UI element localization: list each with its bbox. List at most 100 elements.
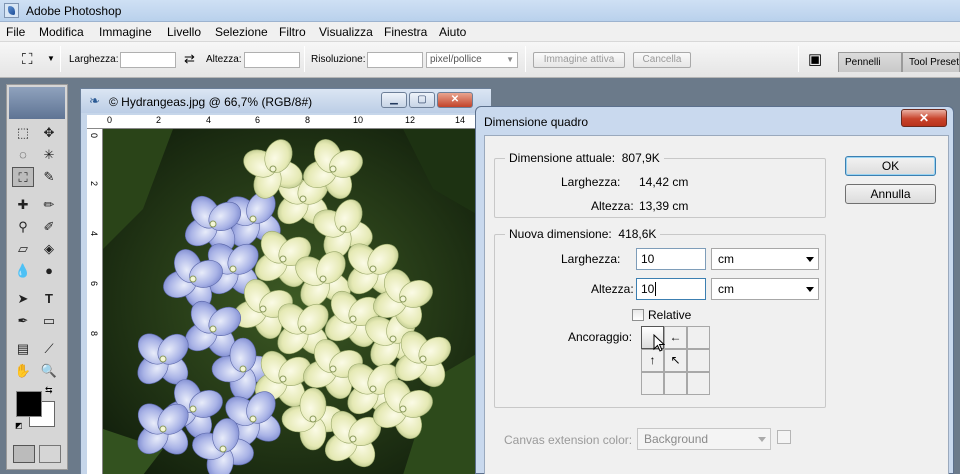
floret-center [299, 195, 307, 203]
new-height-label: Altezza: [591, 282, 634, 296]
pen-tool-icon[interactable]: ✒ [12, 311, 34, 331]
close-button[interactable]: ✕ [437, 92, 473, 108]
app-title-bar: Adobe Photoshop [0, 0, 960, 22]
anchor-cell-middle-left[interactable]: ↑ [641, 349, 664, 372]
menu-livello[interactable]: Livello [167, 25, 201, 39]
slice-tool-icon[interactable]: ✎ [38, 167, 60, 187]
healing-brush-tool-icon[interactable]: ✚ [12, 195, 34, 215]
dialog-body: Dimensione attuale: 807,9K Larghezza: 14… [484, 135, 949, 474]
palette-well-icon[interactable]: ▣ [808, 50, 822, 68]
menu-visualizza[interactable]: Visualizza [319, 25, 373, 39]
extension-color-select[interactable]: Background [637, 428, 771, 450]
ruler-tick-label: 2 [156, 115, 162, 125]
photoshop-logo-icon [4, 3, 19, 18]
new-height-unit-value: cm [718, 282, 734, 296]
anchor-cell-bottom-left[interactable] [641, 372, 664, 395]
new-height-input[interactable]: 10 [636, 278, 706, 300]
floret-center [159, 425, 167, 433]
history-brush-tool-icon[interactable]: ✐ [38, 217, 60, 237]
resolution-unit-select[interactable]: pixel/pollice ▼ [426, 52, 518, 68]
magic-wand-tool-icon[interactable]: ✳ [38, 145, 60, 165]
standard-mode-icon[interactable] [13, 445, 35, 463]
path-selection-tool-icon[interactable]: ➤ [12, 289, 34, 309]
floret-center [279, 375, 287, 383]
shape-tool-icon[interactable]: ▭ [38, 311, 60, 331]
width-input[interactable] [120, 52, 176, 68]
floret-center [339, 225, 347, 233]
swap-colors-icon[interactable]: ⇆ [45, 385, 53, 396]
hydrangea-image [103, 129, 485, 474]
tab-tool-presets[interactable]: Tool Presets [902, 52, 960, 72]
clone-stamp-tool-icon[interactable]: ⚲ [12, 217, 34, 237]
notes-tool-icon[interactable]: ▤ [12, 339, 34, 359]
crop-tool-preset-icon[interactable]: ⛶ [22, 51, 33, 68]
eyedropper-tool-icon[interactable]: ⟋ [38, 339, 60, 359]
height-input[interactable] [244, 52, 300, 68]
floret-center [239, 365, 247, 373]
ok-button[interactable]: OK [845, 156, 936, 176]
menu-aiuto[interactable]: Aiuto [439, 25, 466, 39]
new-height-unit-select[interactable]: cm [711, 278, 819, 300]
new-width-input[interactable]: 10 [636, 248, 706, 270]
floret-center [159, 355, 167, 363]
menu-file[interactable]: File [6, 25, 25, 39]
lasso-tool-icon[interactable]: ◌ [12, 145, 34, 165]
menu-modifica[interactable]: Modifica [39, 25, 84, 39]
anchor-cell-top-center[interactable]: ← [664, 326, 687, 349]
brush-tool-icon[interactable]: ✏ [38, 195, 60, 215]
hydrangea-photo[interactable] [103, 129, 485, 474]
height-label: Altezza: [206, 54, 242, 65]
type-tool-icon[interactable]: T [38, 289, 60, 309]
foreground-color-swatch[interactable] [16, 391, 42, 417]
anchor-cell-top-right[interactable] [687, 326, 710, 349]
document-title: © Hydrangeas.jpg @ 66,7% (RGB/8#) [109, 95, 313, 109]
anchor-cell-middle-right[interactable] [687, 349, 710, 372]
paint-bucket-tool-icon[interactable]: ◈ [38, 239, 60, 259]
eraser-tool-icon[interactable]: ▱ [12, 239, 34, 259]
marquee-tool-icon[interactable]: ⬚ [12, 123, 34, 143]
current-size-group: Dimensione attuale: 807,9K Larghezza: 14… [494, 151, 826, 218]
quick-mask-mode-icon[interactable] [39, 445, 61, 463]
cancel-button[interactable]: Annulla [845, 184, 936, 204]
anchor-cell-bottom-center[interactable] [664, 372, 687, 395]
hand-tool-icon[interactable]: ✋ [12, 361, 34, 381]
floret-center [389, 335, 397, 343]
tab-brushes[interactable]: Pennelli [838, 52, 902, 72]
menu-immagine[interactable]: Immagine [99, 25, 152, 39]
move-tool-icon[interactable]: ✥ [38, 123, 60, 143]
resolution-input[interactable] [367, 52, 423, 68]
current-size-title: Dimensione attuale: 807,9K [505, 151, 664, 165]
current-height-label: Altezza: [591, 199, 634, 213]
current-width-label: Larghezza: [561, 175, 621, 189]
default-colors-icon[interactable]: ◩ [15, 421, 23, 430]
menu-selezione[interactable]: Selezione [215, 25, 268, 39]
floret-center [309, 415, 317, 423]
dodge-tool-icon[interactable]: ● [38, 261, 60, 281]
anchor-cell-bottom-right[interactable] [687, 372, 710, 395]
menu-bar: File Modifica Immagine Livello Selezione… [0, 22, 960, 42]
horizontal-ruler: 0 2 4 6 8 10 12 14 [87, 115, 485, 129]
extension-color-swatch[interactable] [777, 430, 791, 444]
swap-dimensions-icon[interactable]: ⇄ [184, 51, 195, 67]
menu-finestra[interactable]: Finestra [384, 25, 427, 39]
relative-checkbox[interactable] [632, 309, 644, 321]
dialog-close-button[interactable]: ✕ [901, 109, 947, 127]
floret-center [269, 165, 277, 173]
floret-center [219, 445, 227, 453]
maximize-button[interactable]: ▢ [409, 92, 435, 108]
resolution-unit-value: pixel/pollice [430, 54, 482, 65]
clear-button[interactable]: Cancella [633, 52, 691, 68]
current-height-value: 13,39 cm [639, 199, 689, 213]
minimize-button[interactable]: ▁ [381, 92, 407, 108]
active-image-button[interactable]: Immagine attiva [533, 52, 625, 68]
new-width-unit-select[interactable]: cm [711, 248, 819, 270]
floret-center [369, 385, 377, 393]
anchor-cell-center[interactable]: ↖ [664, 349, 687, 372]
zoom-tool-icon[interactable]: 🔍 [38, 361, 60, 381]
floret-center [209, 220, 217, 228]
crop-tool-icon[interactable]: ⛶ [12, 167, 34, 187]
menu-filtro[interactable]: Filtro [279, 25, 306, 39]
preset-dropdown-arrow-icon[interactable]: ▼ [47, 54, 55, 63]
new-width-unit-value: cm [718, 252, 734, 266]
blur-tool-icon[interactable]: 💧 [12, 261, 34, 281]
